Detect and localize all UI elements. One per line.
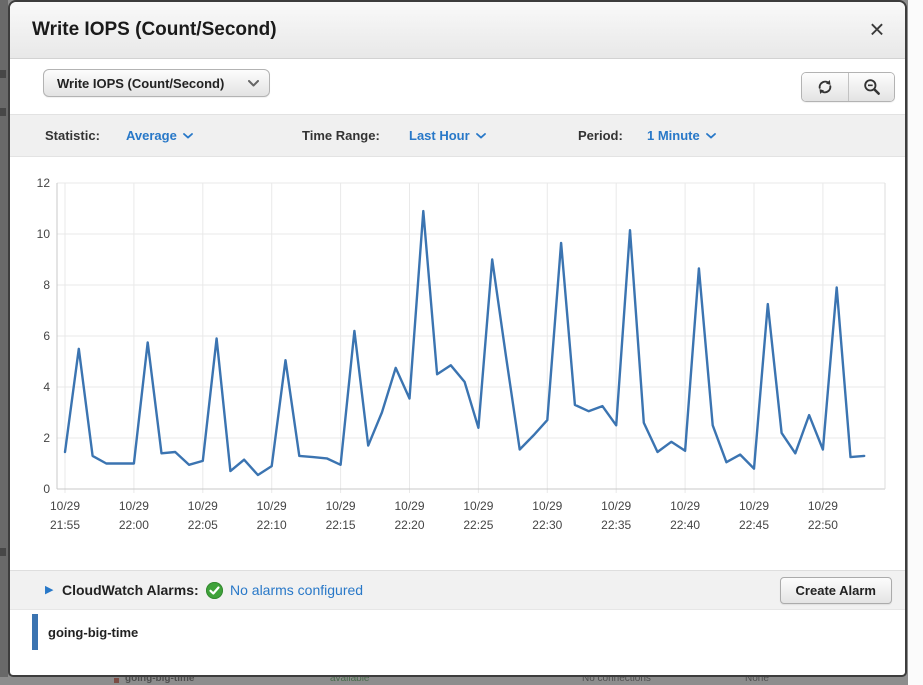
axis-labels: 0 2 4 6 8 10 12 10/29 21:55 10/29 22:00 10/29 22:05 1…	[37, 176, 839, 532]
y-tick-label: 8	[43, 278, 50, 292]
alarms-label: CloudWatch Alarms:	[62, 582, 199, 598]
period-dropdown[interactable]: 1 Minute	[647, 115, 716, 156]
background-row-fragment: going-big-time	[125, 677, 195, 684]
dimmed-background-row: going-big-time available No connections …	[0, 677, 908, 685]
y-tick-label: 6	[43, 329, 50, 343]
x-tick-date: 10/29	[119, 499, 149, 513]
refresh-button[interactable]	[802, 73, 848, 101]
y-tick-label: 2	[43, 431, 50, 445]
x-tick-date: 10/29	[670, 499, 700, 513]
x-tick-time: 22:50	[808, 518, 838, 532]
background-text-fragment	[0, 548, 6, 556]
close-button[interactable]: ×	[863, 15, 891, 43]
chevron-down-icon	[182, 132, 193, 138]
metric-dropdown[interactable]: Write IOPS (Count/Second)	[43, 69, 270, 97]
x-tick-time: 22:40	[670, 518, 700, 532]
alarms-status-link[interactable]: No alarms configured	[230, 571, 363, 609]
time-range-label: Time Range:	[302, 128, 380, 143]
x-tick-date: 10/29	[257, 499, 287, 513]
chevron-down-icon	[475, 132, 486, 138]
x-tick-time: 22:30	[532, 518, 562, 532]
legend-series-label: going-big-time	[48, 624, 139, 640]
series-line	[63, 209, 866, 477]
x-tick-date: 10/29	[601, 499, 631, 513]
check-circle-icon	[206, 582, 223, 599]
x-tick-time: 22:15	[326, 518, 356, 532]
chevron-down-icon	[705, 132, 716, 138]
cloudwatch-alarms-bar: ▶ CloudWatch Alarms: No alarms configure…	[10, 570, 905, 610]
zoom-out-button[interactable]	[848, 73, 894, 101]
iops-chart: 0 2 4 6 8 10 12 10/29 21:55 10/29 22:00 10/29 22:05 1…	[37, 176, 886, 532]
x-tick-time: 22:35	[601, 518, 631, 532]
y-tick-label: 10	[37, 227, 51, 241]
chart-legend: going-big-time	[32, 614, 138, 650]
y-tick-label: 0	[43, 482, 50, 496]
x-tick-time: 22:25	[463, 518, 493, 532]
dimmed-background-left	[0, 0, 8, 685]
legend-marker	[32, 614, 38, 650]
x-tick-date: 10/29	[394, 499, 424, 513]
x-tick-date: 10/29	[50, 499, 80, 513]
time-range-value: Last Hour	[409, 128, 470, 143]
metric-dropdown-label: Write IOPS (Count/Second)	[57, 75, 225, 91]
statistic-label: Statistic:	[45, 128, 100, 143]
controls-bar: Statistic: Average Time Range: Last Hour…	[10, 114, 905, 157]
x-tick-date: 10/29	[532, 499, 562, 513]
period-label: Period:	[578, 128, 623, 143]
y-tick-label: 12	[37, 176, 51, 190]
x-tick-time: 22:20	[394, 518, 424, 532]
dimmed-background-right	[908, 0, 923, 685]
statistic-dropdown[interactable]: Average	[126, 115, 193, 156]
y-tick-label: 4	[43, 380, 50, 394]
close-icon: ×	[869, 14, 885, 44]
screen: going-big-time available No connections …	[0, 0, 923, 685]
x-tick-date: 10/29	[808, 499, 838, 513]
zoom-out-icon	[863, 79, 880, 95]
chart-toolbar-buttons	[801, 72, 895, 102]
background-row-fragment: No connections	[582, 677, 651, 684]
x-tick-time: 21:55	[50, 518, 80, 532]
chevron-down-icon	[248, 74, 259, 92]
alarms-expander-icon[interactable]: ▶	[45, 571, 53, 609]
background-text-fragment	[0, 108, 6, 116]
chart-area: 0 2 4 6 8 10 12 10/29 21:55 10/29 22:00 10/29 22:05 1…	[10, 157, 905, 557]
refresh-icon	[818, 80, 832, 94]
background-text-fragment	[0, 70, 6, 78]
time-range-dropdown[interactable]: Last Hour	[409, 115, 486, 156]
modal-header: Write IOPS (Count/Second) ×	[10, 2, 905, 59]
create-alarm-button[interactable]: Create Alarm	[779, 577, 892, 604]
page-title: Write IOPS (Count/Second)	[32, 19, 277, 40]
chart-grid	[57, 182, 885, 493]
x-tick-time: 22:45	[739, 518, 769, 532]
x-tick-date: 10/29	[739, 499, 769, 513]
background-row-fragment: None	[745, 677, 769, 684]
x-tick-time: 22:05	[188, 518, 218, 532]
x-tick-time: 22:00	[119, 518, 149, 532]
metric-detail-modal: Write IOPS (Count/Second) × Write IOPS (…	[8, 0, 907, 677]
x-tick-date: 10/29	[188, 499, 218, 513]
period-value: 1 Minute	[647, 128, 700, 143]
x-tick-date: 10/29	[326, 499, 356, 513]
db-instance-icon	[114, 678, 119, 683]
background-row-fragment: available	[330, 677, 370, 684]
x-tick-time: 22:10	[257, 518, 287, 532]
x-tick-date: 10/29	[463, 499, 493, 513]
statistic-value: Average	[126, 128, 177, 143]
